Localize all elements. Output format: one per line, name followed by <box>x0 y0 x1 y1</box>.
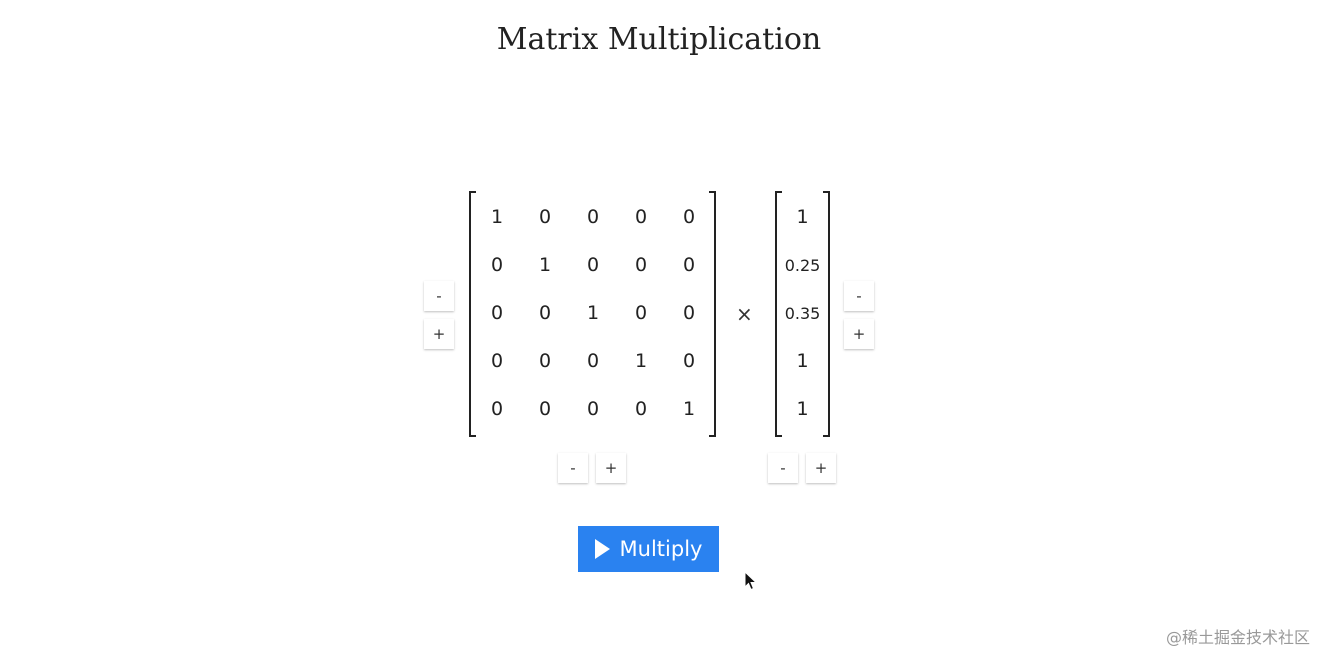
matrix-a-cell[interactable]: 0 <box>617 241 665 289</box>
matrix-a-cell[interactable]: 0 <box>617 385 665 433</box>
matrix-b-cell[interactable]: 0.35 <box>777 289 828 337</box>
page: Matrix Multiplication - + 1 0 0 0 0 0 1 … <box>0 0 1318 654</box>
matrix-a-cell[interactable]: 0 <box>473 289 521 337</box>
matrix-a-grid: 1 0 0 0 0 0 1 0 0 0 0 0 1 0 0 0 0 0 1 0 … <box>471 193 714 435</box>
matrix-b-add-column-button[interactable]: + <box>806 453 836 483</box>
multiply-button-label: Multiply <box>619 537 703 561</box>
matrix-a-cell[interactable]: 0 <box>665 193 713 241</box>
matrix-b-cell[interactable]: 0.25 <box>777 241 828 289</box>
matrix-a-cell[interactable]: 0 <box>521 337 569 385</box>
matrix-a-cell[interactable]: 0 <box>521 289 569 337</box>
matrix-a-cell[interactable]: 0 <box>521 193 569 241</box>
matrix-b-grid: 1 0.25 0.35 1 1 <box>777 193 828 435</box>
matrix-b-add-row-button[interactable]: + <box>844 319 874 349</box>
matrix-a-cell[interactable]: 0 <box>617 289 665 337</box>
matrix-a-cell[interactable]: 0 <box>569 385 617 433</box>
matrix-a-cell[interactable]: 0 <box>665 337 713 385</box>
matrix-a-cell[interactable]: 0 <box>569 193 617 241</box>
matrix-a-cell[interactable]: 0 <box>665 241 713 289</box>
matrix-a-add-row-button[interactable]: + <box>424 319 454 349</box>
matrix-a-cell[interactable]: 0 <box>473 241 521 289</box>
matrix-b-cell[interactable]: 1 <box>777 337 828 385</box>
matrix-b-remove-row-button[interactable]: - <box>844 281 874 311</box>
mouse-cursor-icon <box>744 571 758 591</box>
matrix-a-add-column-button[interactable]: + <box>596 453 626 483</box>
watermark: @稀土掘金技术社区 <box>1165 628 1310 647</box>
page-title: Matrix Multiplication <box>496 22 822 57</box>
matrix-b: 1 0.25 0.35 1 1 <box>775 191 830 437</box>
matrix-a-cell[interactable]: 0 <box>569 241 617 289</box>
matrix-a-cell[interactable]: 1 <box>521 241 569 289</box>
matrix-a-cell[interactable]: 0 <box>617 193 665 241</box>
play-icon <box>594 539 610 559</box>
matrix-a-cell[interactable]: 1 <box>473 193 521 241</box>
matrix-b-remove-column-button[interactable]: - <box>768 453 798 483</box>
matrix-a-cell[interactable]: 0 <box>473 385 521 433</box>
matrix-a-remove-column-button[interactable]: - <box>558 453 588 483</box>
matrix-a-cell[interactable]: 1 <box>569 289 617 337</box>
matrix-a-cell[interactable]: 0 <box>665 289 713 337</box>
matrix-b-cell[interactable]: 1 <box>777 193 828 241</box>
matrix-a-cell[interactable]: 1 <box>665 385 713 433</box>
multiply-button[interactable]: Multiply <box>578 526 719 572</box>
matrix-a-remove-row-button[interactable]: - <box>424 281 454 311</box>
multiply-operator: × <box>736 302 753 326</box>
matrix-a-cell[interactable]: 1 <box>617 337 665 385</box>
matrix-a-cell[interactable]: 0 <box>569 337 617 385</box>
matrix-a-cell[interactable]: 0 <box>521 385 569 433</box>
matrix-a: 1 0 0 0 0 0 1 0 0 0 0 0 1 0 0 0 0 0 1 0 … <box>469 191 716 437</box>
matrix-a-cell[interactable]: 0 <box>473 337 521 385</box>
matrix-b-cell[interactable]: 1 <box>777 385 828 433</box>
